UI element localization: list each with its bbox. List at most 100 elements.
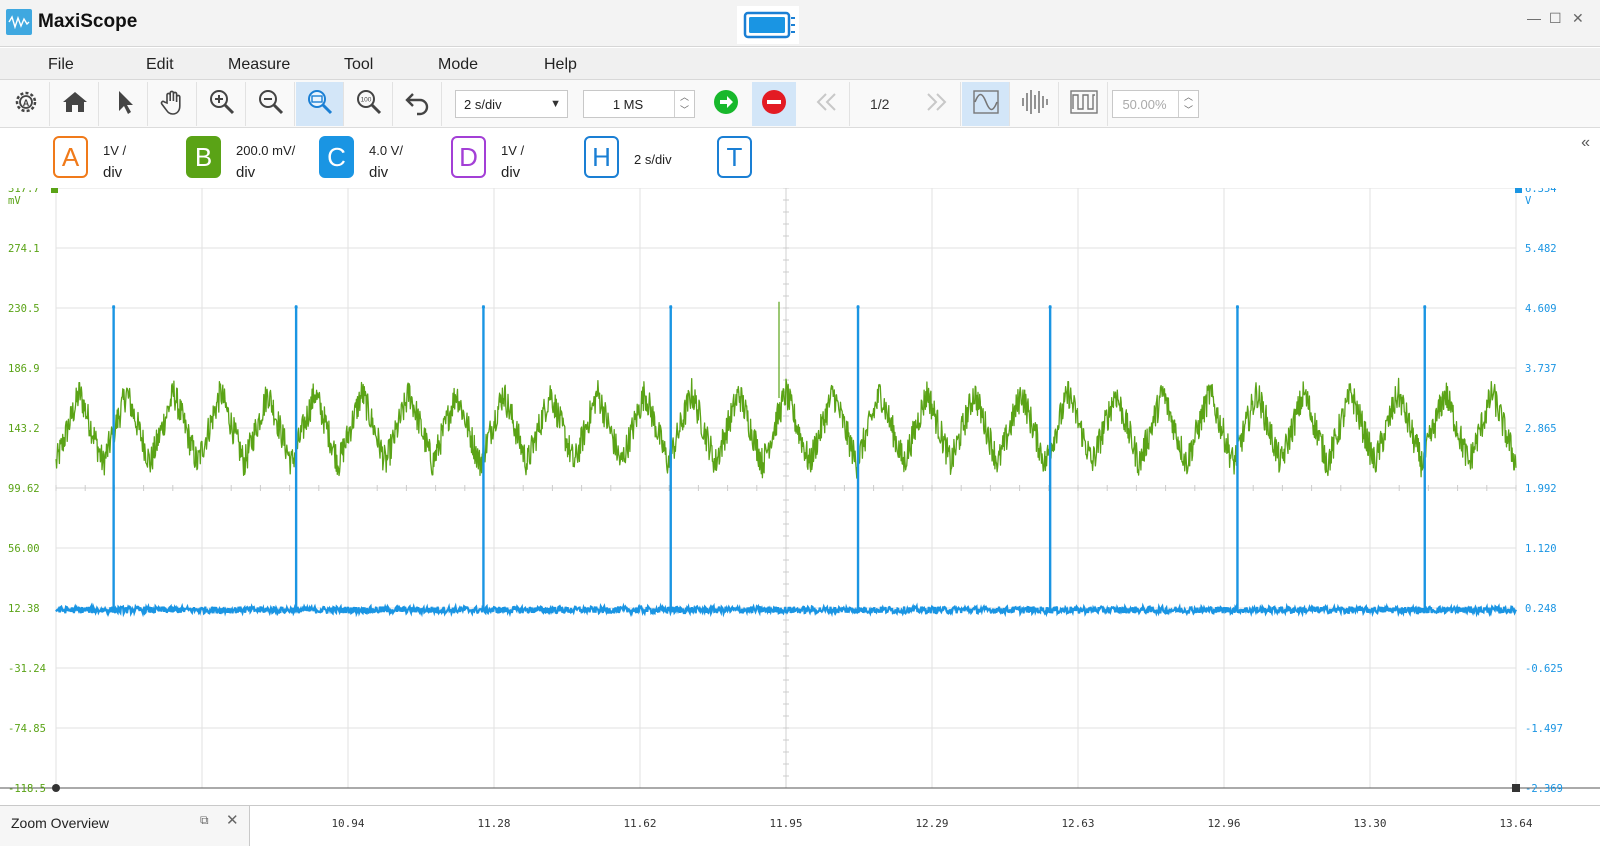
undo-icon xyxy=(404,88,432,121)
undo-button[interactable] xyxy=(394,82,442,126)
waveform-plot[interactable]: 317.7 274.1 230.5 186.9 143.2 99.62 56.00 12.38… xyxy=(0,188,1600,808)
channel-t-button[interactable]: T xyxy=(717,136,752,178)
rewind-icon xyxy=(812,91,840,118)
chevron-down-icon[interactable]: ﹀ xyxy=(1179,104,1198,117)
menu-edit[interactable]: Edit xyxy=(146,56,174,74)
spectrum-mode-button[interactable] xyxy=(1011,82,1059,126)
pointer-icon xyxy=(114,89,134,120)
app-logo-icon xyxy=(6,9,32,35)
device-status-icon[interactable] xyxy=(737,6,799,44)
zoom-100-button[interactable]: 100 xyxy=(345,82,393,126)
channel-h-button[interactable]: H xyxy=(584,136,619,178)
x-axis-tick: 11.95 xyxy=(769,817,803,830)
left-axis-tick: -74.85 xyxy=(8,723,46,735)
x-axis-tick: 13.30 xyxy=(1353,817,1387,830)
close-icon[interactable]: ✕ xyxy=(1572,10,1584,27)
x-axis-tick: 10.94 xyxy=(331,817,365,830)
collapse-panel-icon[interactable]: « xyxy=(1581,134,1590,152)
title-bar: MaxiScope — ☐ ✕ xyxy=(0,0,1600,47)
channel-d-scale: 1V / div xyxy=(501,143,525,181)
fast-forward-icon xyxy=(923,91,951,118)
page-indicator: 1/2 xyxy=(870,96,890,112)
settings-button[interactable]: A xyxy=(2,82,50,126)
spectrum-icon xyxy=(1020,88,1050,121)
percent-stepper[interactable]: 50.00% ︿ ﹀ xyxy=(1112,90,1199,118)
right-axis-tick: 2.865 xyxy=(1525,423,1557,435)
x-axis-tick: 11.62 xyxy=(623,817,657,830)
x-axis-tick: 12.29 xyxy=(915,817,949,830)
select-pointer-button[interactable] xyxy=(100,82,148,126)
percent-spin[interactable]: ︿ ﹀ xyxy=(1178,91,1198,117)
zoom-overview-panel: Zoom Overview ⧉ ✕ xyxy=(0,806,250,846)
right-axis-tick: 0.248 xyxy=(1525,603,1557,615)
previous-page-button[interactable] xyxy=(802,82,850,126)
timebase-value: 2 s/div xyxy=(464,97,502,112)
right-axis-tick: -0.625 xyxy=(1525,663,1563,675)
x-axis-tick: 11.28 xyxy=(477,817,511,830)
left-axis-tick: 56.00 xyxy=(8,543,40,555)
home-icon xyxy=(62,90,88,119)
toolbar: A 100 2 s/div ▼ 1 MS ︿ ﹀ 1/2 50.00% ︿ ﹀ xyxy=(0,80,1600,128)
right-axis-tick: -2.369 xyxy=(1525,783,1563,795)
x-axis-tick: 12.63 xyxy=(1061,817,1095,830)
menu-mode[interactable]: Mode xyxy=(438,56,478,74)
menu-help[interactable]: Help xyxy=(544,56,577,74)
home-button[interactable] xyxy=(51,82,99,126)
zoom-area-icon xyxy=(306,88,334,121)
chevron-down-icon[interactable]: ﹀ xyxy=(675,104,694,117)
menu-measure[interactable]: Measure xyxy=(228,56,290,74)
pan-hand-button[interactable] xyxy=(149,82,197,126)
sine-wave-icon xyxy=(972,88,1000,121)
digital-mode-button[interactable] xyxy=(1060,82,1108,126)
right-axis-tick: 6.354 xyxy=(1525,188,1557,195)
start-button[interactable] xyxy=(702,82,750,126)
restore-window-icon[interactable]: ⧉ xyxy=(200,813,209,828)
channel-c-button[interactable]: C xyxy=(319,136,354,178)
right-axis-tick: 3.737 xyxy=(1525,363,1557,375)
zoom-in-button[interactable] xyxy=(198,82,246,126)
minimize-icon[interactable]: — xyxy=(1527,10,1541,26)
left-axis-tick: 12.38 xyxy=(8,603,40,615)
menu-bar: File Edit Measure Tool Mode Help xyxy=(0,48,1600,80)
channel-a-button[interactable]: A xyxy=(53,136,88,178)
bottom-bar: Zoom Overview ⧉ ✕ 10.94 11.28 11.62 11.95 12… xyxy=(0,805,1600,846)
channel-b-button[interactable]: B xyxy=(186,136,221,178)
menu-file[interactable]: File xyxy=(48,56,74,74)
zoom-in-icon xyxy=(208,88,236,121)
left-axis-tick: 317.7 xyxy=(8,188,40,195)
chevron-up-icon[interactable]: ︿ xyxy=(675,91,694,104)
stop-button[interactable] xyxy=(752,82,796,126)
start-arrow-icon xyxy=(712,88,740,121)
waveform-mode-button[interactable] xyxy=(962,82,1010,126)
channel-b-marker xyxy=(51,188,58,193)
left-axis-tick: 143.2 xyxy=(8,423,40,435)
maximize-icon[interactable]: ☐ xyxy=(1549,10,1562,27)
left-axis-tick: 274.1 xyxy=(8,243,40,255)
samples-stepper[interactable]: 1 MS ︿ ﹀ xyxy=(583,90,695,118)
right-axis-tick: -1.497 xyxy=(1525,723,1563,735)
channel-d-button[interactable]: D xyxy=(451,136,486,178)
chevron-up-icon[interactable]: ︿ xyxy=(1179,91,1198,104)
right-axis-tick: 1.992 xyxy=(1525,483,1557,495)
left-axis-tick: 230.5 xyxy=(8,303,40,315)
x-axis-tick: 13.64 xyxy=(1499,817,1533,830)
svg-text:100: 100 xyxy=(360,96,371,103)
channel-c-marker xyxy=(1515,188,1522,193)
plot-area[interactable]: 317.7 274.1 230.5 186.9 143.2 99.62 56.00 12.38… xyxy=(0,188,1600,808)
next-page-button[interactable] xyxy=(913,82,961,126)
zoom-100-icon: 100 xyxy=(355,88,383,121)
channel-a-scale: 1V / div xyxy=(103,143,127,181)
left-axis-tick: 99.62 xyxy=(8,483,40,495)
channel-c-scale: 4.0 V/div xyxy=(369,143,403,181)
zoom-area-button[interactable] xyxy=(296,82,344,126)
timebase-select[interactable]: 2 s/div ▼ xyxy=(455,90,568,118)
close-icon[interactable]: ✕ xyxy=(226,811,239,829)
samples-spin[interactable]: ︿ ﹀ xyxy=(674,91,694,117)
menu-tool[interactable]: Tool xyxy=(344,56,373,74)
left-axis-unit: mV xyxy=(8,195,21,207)
left-axis-tick: 186.9 xyxy=(8,363,40,375)
zoom-out-button[interactable] xyxy=(247,82,295,126)
right-axis-tick: 1.120 xyxy=(1525,543,1557,555)
channel-bar: A 1V / div B 200.0 mV/div C 4.0 V/div D 1… xyxy=(0,128,1600,188)
zoom-overview-title: Zoom Overview xyxy=(11,815,110,831)
